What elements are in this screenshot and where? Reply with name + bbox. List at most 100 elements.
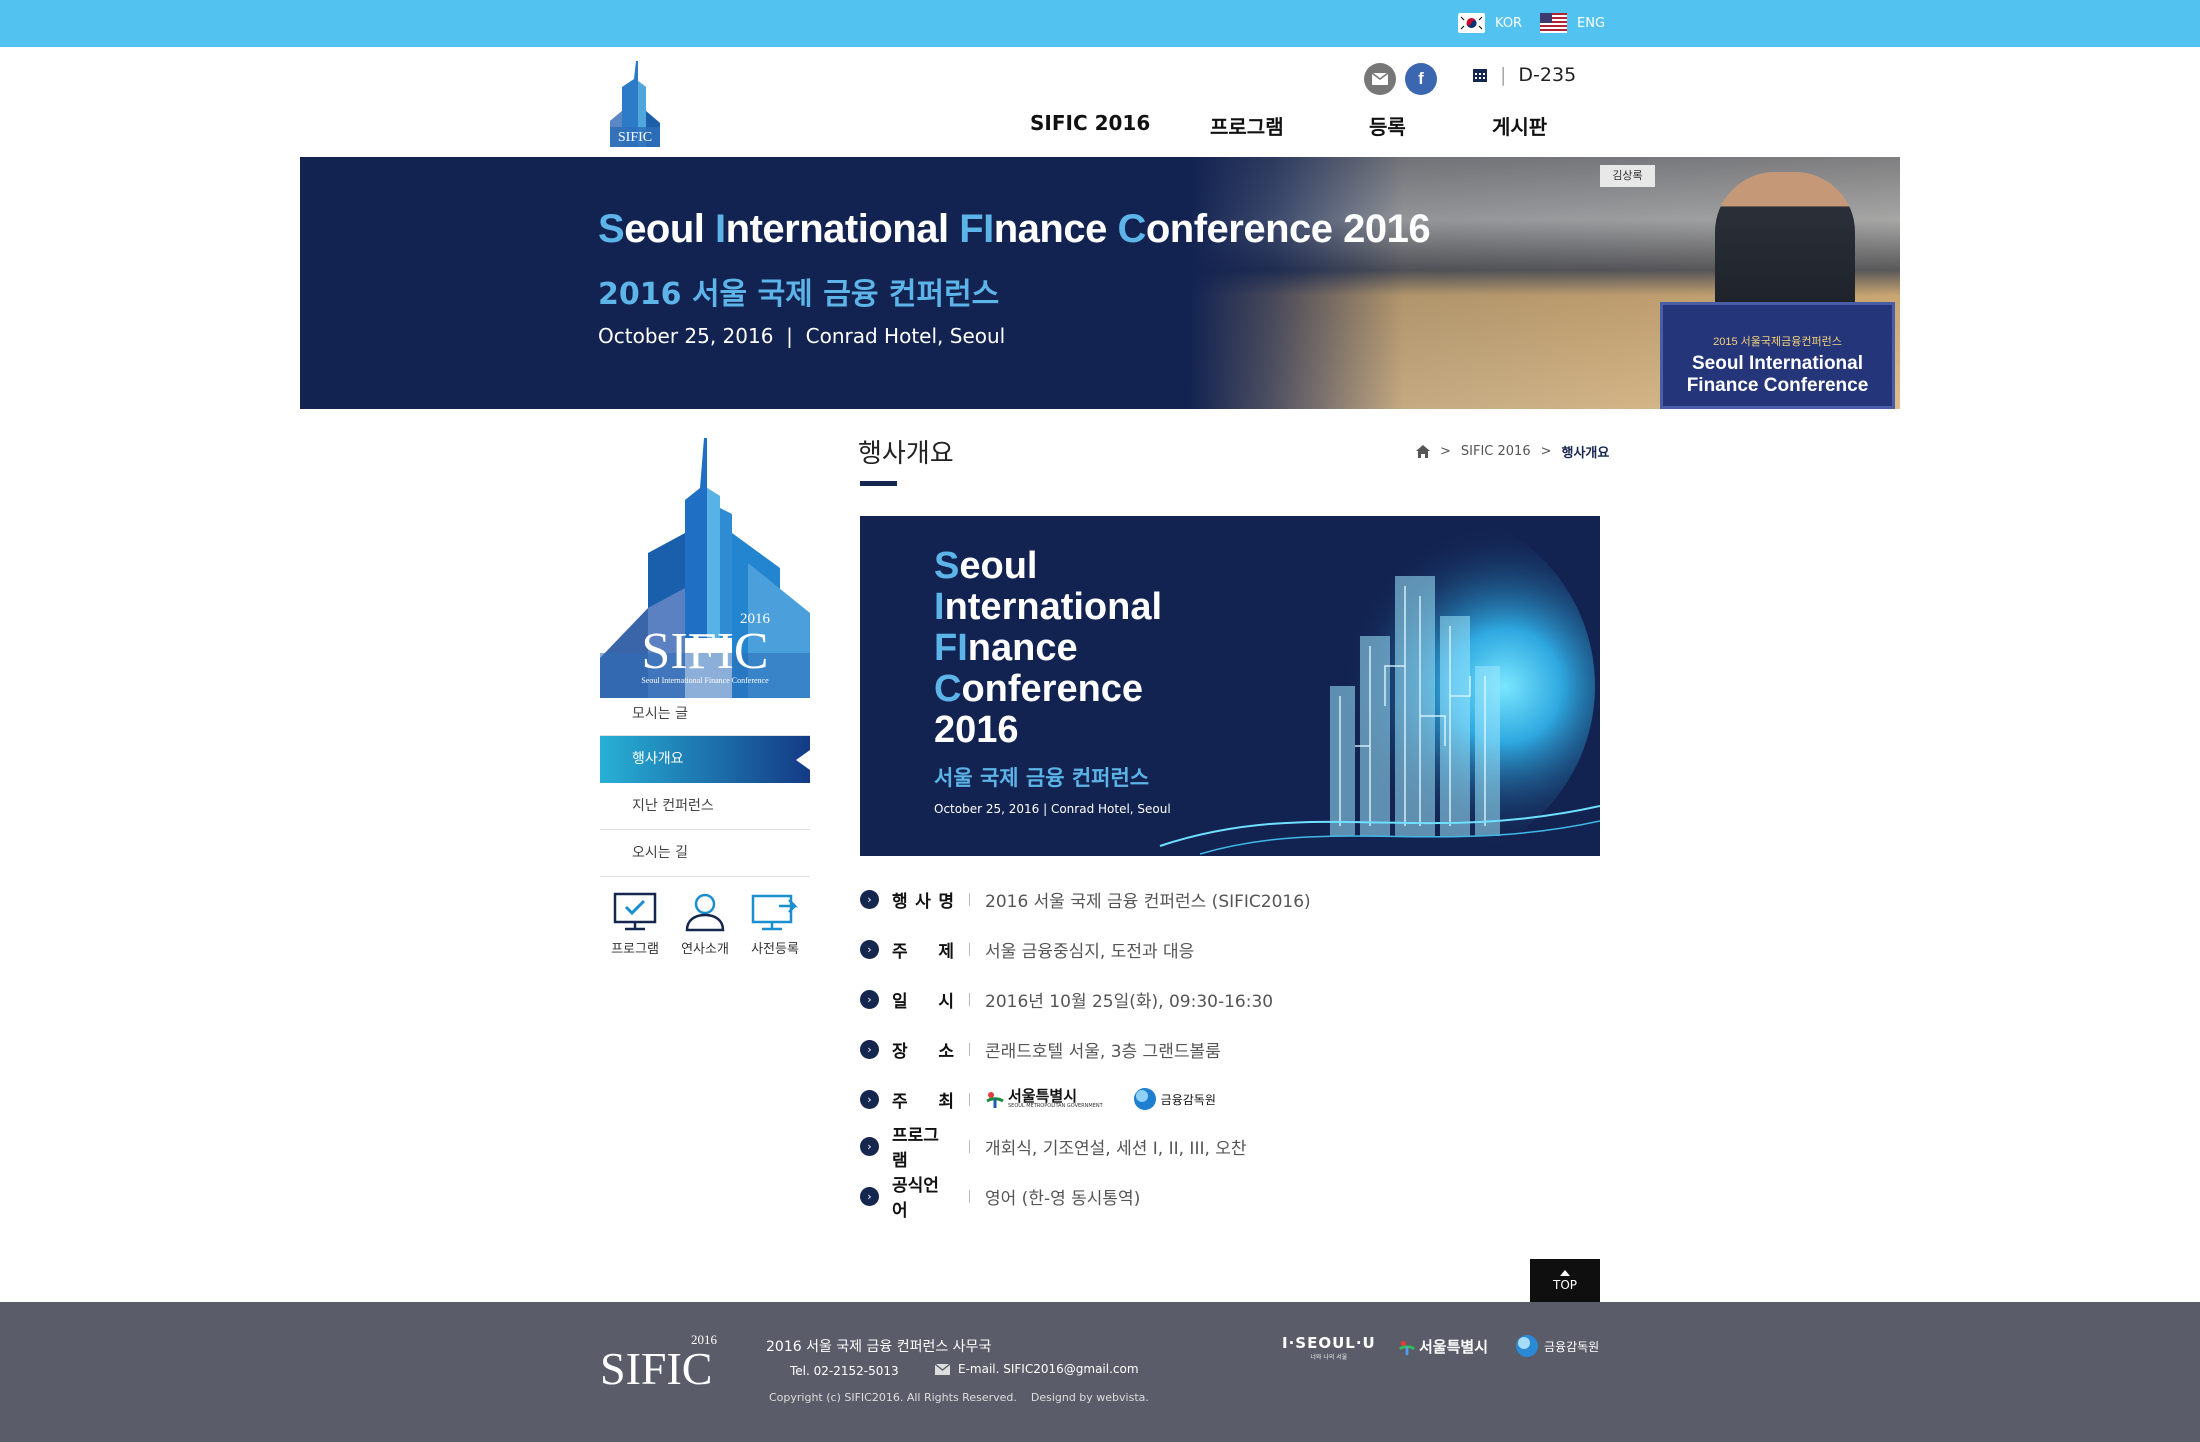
sidebar-item-past[interactable]: 지난 컨퍼런스	[600, 783, 810, 830]
sidebar-item-greeting[interactable]: 모시는 글	[600, 693, 810, 736]
info-row-theme: › 주제 서울 금융중심지, 도전과 대응	[860, 934, 1600, 964]
info-value: 개회식, 기조연설, 세션 I, II, III, 오찬	[985, 1138, 1247, 1159]
info-row-event-name: › 행사명 2016 서울 국제 금융 컨퍼런스 (SIFIC2016)	[860, 884, 1600, 914]
quick-register[interactable]: 사전등록	[740, 892, 810, 957]
title-underline	[860, 481, 897, 486]
sidebar-item-directions[interactable]: 오시는 길	[600, 830, 810, 877]
info-label: 프로그램	[892, 1126, 939, 1171]
top-button[interactable]: TOP	[1530, 1259, 1600, 1302]
logo-small-text: SIFIC	[618, 130, 652, 145]
info-row-language: › 공식언어 영어 (한-영 동시통역)	[860, 1176, 1600, 1221]
lang-kor-link[interactable]: KOR	[1458, 13, 1522, 33]
info-label: 공식언어	[892, 1176, 939, 1221]
seoul-symbol-icon	[986, 1092, 1004, 1108]
iseoulu-logo: I·SEOUL·U 너와 나의 서울	[1282, 1334, 1376, 1361]
dday-label: D-235	[1518, 64, 1577, 86]
sidebar-menu: 모시는 글 행사개요 지난 컨퍼런스 오시는 길	[600, 693, 810, 877]
quick-register-label: 사전등록	[751, 942, 799, 957]
quick-speakers-label: 연사소개	[681, 942, 729, 957]
podium: 2015 서울국제금융컨퍼런스 Seoul International Fina…	[1660, 302, 1895, 409]
bullet-arrow-icon: ›	[860, 1089, 879, 1109]
monitor-check-icon	[613, 892, 657, 931]
info-label: 주최	[892, 1091, 954, 1112]
sific-logo[interactable]: SIFIC	[600, 61, 672, 147]
bullet-arrow-icon: ›	[860, 1186, 879, 1206]
info-row-venue: › 장소 콘래드호텔 서울, 3층 그랜드볼룸	[860, 1034, 1600, 1064]
quick-program-label: 프로그램	[611, 942, 659, 957]
bullet-arrow-icon: ›	[860, 1039, 879, 1059]
breadcrumb-sific[interactable]: SIFIC 2016	[1461, 444, 1531, 459]
info-value: 영어 (한-영 동시통역)	[985, 1188, 1141, 1209]
seoul-symbol-icon	[1399, 1340, 1415, 1355]
info-value: 2016년 10월 25일(화), 09:30-16:30	[985, 991, 1274, 1012]
footer-email: E-mail. SIFIC2016@gmail.com	[935, 1362, 1139, 1376]
fss-symbol-icon	[1133, 1088, 1156, 1110]
footer-logo: 2016 SIFIC	[600, 1332, 717, 1394]
info-row-host: › 주최 서울특별시 SEOUL METROPOLITAN GOVERNMENT…	[860, 1084, 1600, 1114]
page-title: 행사개요	[858, 439, 954, 469]
calendar-icon	[1473, 69, 1487, 82]
nameplate: 김상록	[1600, 165, 1655, 187]
conference-key-visual: Seoul International FInance Conference 2…	[860, 516, 1600, 856]
sidebar-logo: 2016 SIFIC Seoul International Finance C…	[600, 438, 810, 698]
facebook-icon[interactable]: f	[1405, 63, 1437, 95]
footer-tel: Tel. 02-2152-5013	[790, 1364, 899, 1378]
bullet-arrow-icon: ›	[860, 889, 879, 909]
banner-title: Seoul International FInance Conference 2…	[598, 207, 1431, 251]
mail-icon[interactable]	[1364, 63, 1396, 95]
key-visual-korean: 서울 국제 금융 컨퍼런스	[934, 766, 1150, 790]
footer-org: 2016 서울 국제 금융 컨퍼런스 사무국	[766, 1339, 992, 1355]
user-icon	[685, 893, 725, 932]
nav-program[interactable]: 프로그램	[1210, 111, 1284, 140]
quick-links: 프로그램 연사소개 사전등록	[600, 892, 810, 957]
podium-line2: Seoul International	[1691, 353, 1864, 374]
breadcrumb-current: 행사개요	[1561, 446, 1610, 461]
key-visual-date: October 25, 2016 | Conrad Hotel, Seoul	[934, 802, 1171, 816]
info-label: 일시	[892, 991, 954, 1012]
hero-banner: 김상록 2015 서울국제금융컨퍼런스 Seoul International …	[300, 157, 1900, 409]
lang-kor-label: KOR	[1495, 15, 1523, 31]
info-label: 주제	[892, 941, 954, 962]
info-value: 콘래드호텔 서울, 3층 그랜드볼룸	[985, 1041, 1221, 1062]
banner-date: October 25, 2016 | Conrad Hotel, Seoul	[598, 324, 1006, 348]
host-fss-logo: 금융감독원	[1133, 1087, 1216, 1111]
fss-footer-logo: 금융감독원	[1515, 1334, 1599, 1358]
korea-flag-icon	[1458, 13, 1485, 33]
fss-symbol-icon	[1516, 1335, 1538, 1357]
dday-counter: | D-235	[1472, 64, 1576, 86]
lang-eng-link[interactable]: ENG	[1540, 13, 1605, 33]
info-row-date: › 일시 2016년 10월 25일(화), 09:30-16:30	[860, 984, 1600, 1014]
seoul-footer-logo: 서울특별시	[1398, 1336, 1488, 1357]
footer-copyright: Copyright (c) SIFIC2016. All Rights Rese…	[769, 1391, 1149, 1404]
site-header: SIFIC f | D-235 SIFIC 2016 프로그램 등록 게시판	[0, 47, 2200, 157]
nav-board[interactable]: 게시판	[1492, 111, 1547, 140]
info-label: 장소	[892, 1041, 954, 1062]
speaker-figure	[1715, 172, 1855, 307]
bullet-arrow-icon: ›	[860, 989, 879, 1009]
nav-registration[interactable]: 등록	[1369, 111, 1406, 140]
sidebar-logo-text: SIFIC	[641, 623, 768, 680]
usa-flag-icon	[1540, 13, 1567, 33]
top-bar: KOR ENG	[0, 0, 2200, 47]
bullet-arrow-icon: ›	[860, 939, 879, 959]
breadcrumb: > SIFIC 2016 > 행사개요	[1416, 442, 1609, 461]
quick-program[interactable]: 프로그램	[600, 892, 670, 957]
sidebar-logo-sub: Seoul International Finance Conference	[641, 676, 769, 685]
quick-speakers[interactable]: 연사소개	[670, 892, 740, 957]
bullet-arrow-icon: ›	[860, 1136, 879, 1156]
info-value: 서울 금융중심지, 도전과 대응	[985, 941, 1195, 962]
monitor-register-icon	[751, 894, 799, 931]
site-footer: 2016 SIFIC 2016 서울 국제 금융 컨퍼런스 사무국 Tel. 0…	[0, 1302, 2200, 1442]
podium-line3: Finance Conference	[1686, 375, 1869, 396]
envelope-icon	[935, 1363, 950, 1375]
home-icon[interactable]	[1416, 445, 1430, 458]
nav-sific2016[interactable]: SIFIC 2016	[1030, 111, 1150, 135]
host-seoul-logo: 서울특별시 SEOUL METROPOLITAN GOVERNMENT	[985, 1089, 1103, 1109]
sidebar-item-overview[interactable]: 행사개요	[600, 736, 810, 783]
info-label: 행사명	[892, 891, 954, 912]
info-value: 2016 서울 국제 금융 컨퍼런스 (SIFIC2016)	[985, 891, 1311, 912]
banner-subtitle: 2016 서울 국제 금융 컨퍼런스	[598, 277, 1000, 312]
info-row-program: › 프로그램 개회식, 기조연설, 세션 I, II, III, 오찬	[860, 1126, 1600, 1171]
key-visual-title: Seoul International FInance Conference 2…	[934, 545, 1163, 751]
arrow-up-icon	[1560, 1270, 1570, 1276]
